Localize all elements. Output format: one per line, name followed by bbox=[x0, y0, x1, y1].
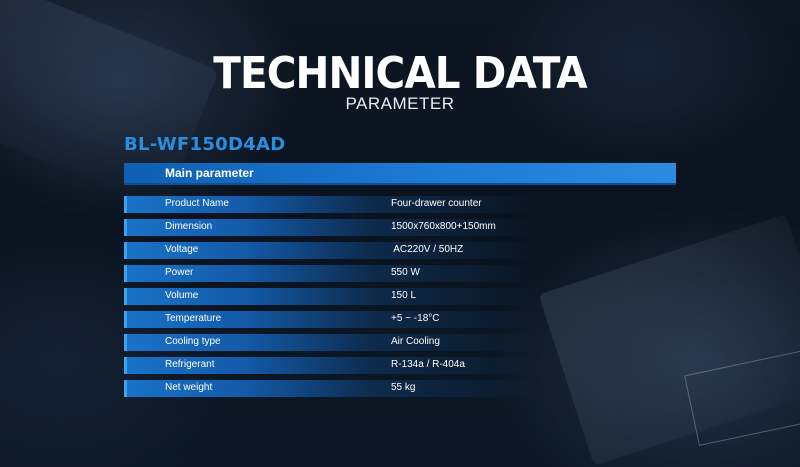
table-row: Cooling type Air Cooling bbox=[124, 331, 676, 354]
parameter-rows: Product Name Four-drawer counter Dimensi… bbox=[124, 193, 676, 400]
param-value: AC220V / 50HZ bbox=[391, 244, 464, 255]
param-name: Cooling type bbox=[165, 336, 221, 347]
table-row: Voltage AC220V / 50HZ bbox=[124, 239, 676, 262]
param-value: 150 L bbox=[391, 290, 417, 301]
param-name: Temperature bbox=[165, 313, 222, 324]
table-row: Refrigerant R-134a / R-404a bbox=[124, 354, 676, 377]
param-name: Product Name bbox=[165, 198, 229, 209]
param-value: 550 W bbox=[391, 267, 420, 278]
param-name: Dimension bbox=[165, 221, 213, 232]
section-label: Main parameter bbox=[165, 166, 254, 180]
table-row: Power 550 W bbox=[124, 262, 676, 285]
table-row: Product Name Four-drawer counter bbox=[124, 193, 676, 216]
table-row: Volume 150 L bbox=[124, 285, 676, 308]
param-value: Air Cooling bbox=[391, 336, 440, 347]
page-title: TECHNICAL DATA bbox=[213, 48, 587, 99]
param-name: Refrigerant bbox=[165, 359, 215, 370]
param-name: Net weight bbox=[165, 382, 213, 393]
param-name: Volume bbox=[165, 290, 199, 301]
param-value: Four-drawer counter bbox=[391, 198, 482, 209]
param-name: Voltage bbox=[165, 244, 199, 255]
param-value: 1500x760x800+150mm bbox=[391, 221, 496, 232]
table-row: Net weight 55 kg bbox=[124, 377, 676, 400]
background-shape bbox=[684, 346, 800, 446]
param-value: 55 kg bbox=[391, 382, 416, 393]
parameter-table: Main parameter Product Name Four-drawer … bbox=[124, 163, 676, 400]
param-value: +5 ~ -18°C bbox=[391, 313, 440, 324]
table-row: Dimension 1500x760x800+150mm bbox=[124, 216, 676, 239]
table-header: Main parameter bbox=[124, 163, 676, 185]
param-name: Power bbox=[165, 267, 194, 278]
page-subtitle: PARAMETER bbox=[345, 94, 455, 113]
model-number: BL-WF150D4AD bbox=[124, 134, 286, 155]
param-value: R-134a / R-404a bbox=[391, 359, 465, 370]
table-row: Temperature +5 ~ -18°C bbox=[124, 308, 676, 331]
